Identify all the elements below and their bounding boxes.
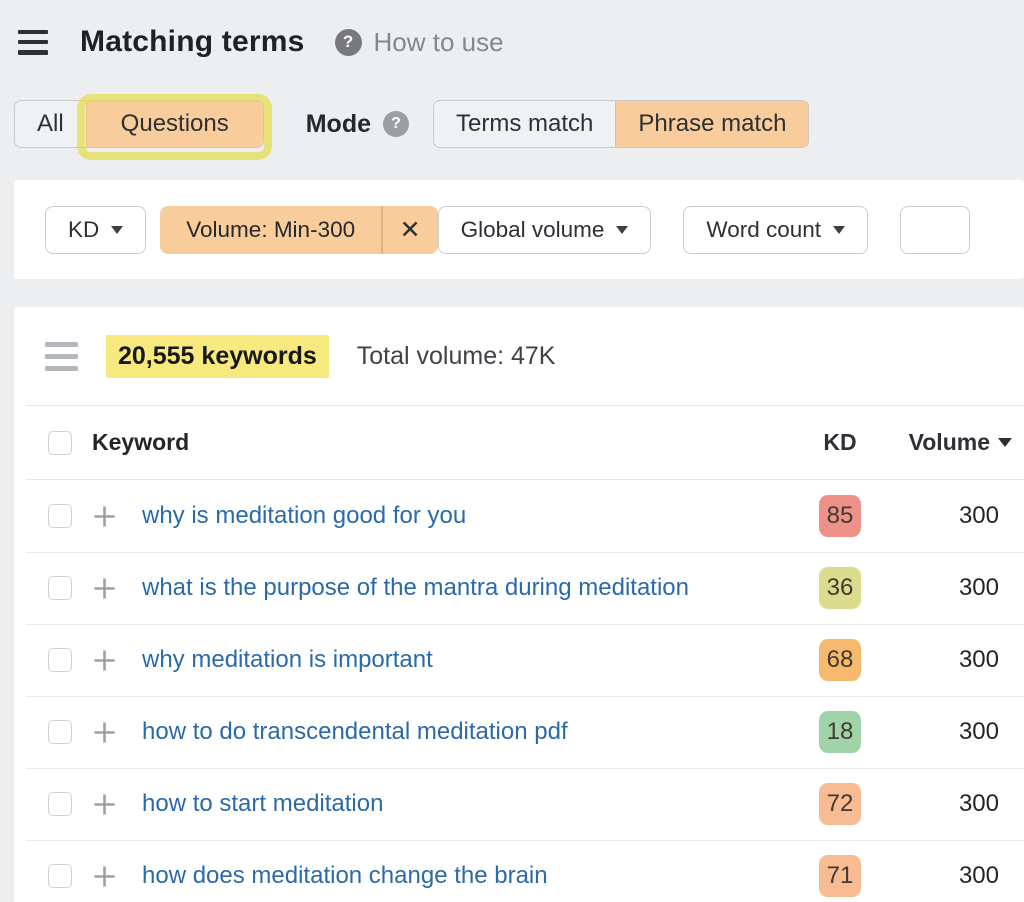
tab-terms-match[interactable]: Terms match bbox=[434, 101, 615, 147]
global-volume-filter-button[interactable]: Global volume bbox=[438, 206, 652, 254]
results-panel: 20,555 keywords Total volume: 47K Keywor… bbox=[14, 307, 1024, 902]
plus-icon bbox=[92, 792, 117, 817]
volume-filter-label: Volume: Min-300 bbox=[160, 206, 381, 254]
volume-value: 300 bbox=[959, 646, 999, 674]
tabs-row: All Questions Mode ? Terms match Phrase … bbox=[14, 100, 1024, 148]
plus-icon bbox=[92, 576, 117, 601]
table-row: what is the purpose of the mantra during… bbox=[14, 552, 1024, 624]
keyword-link[interactable]: how does meditation change the brain bbox=[142, 862, 548, 889]
column-header-volume-label: Volume bbox=[909, 429, 990, 456]
filter-bar: KD Volume: Min-300 ✕ Global volume Word … bbox=[14, 180, 1024, 279]
volume-filter-chip[interactable]: Volume: Min-300 ✕ bbox=[160, 206, 437, 254]
app-header: Matching terms ? How to use bbox=[0, 0, 1024, 62]
kd-filter-button[interactable]: KD bbox=[45, 206, 146, 254]
clipped-filter-button[interactable] bbox=[900, 206, 970, 254]
kd-badge: 36 bbox=[819, 567, 861, 609]
column-header-volume[interactable]: Volume bbox=[862, 429, 1024, 456]
chevron-down-icon bbox=[616, 226, 628, 234]
keywords-count-badge: 20,555 keywords bbox=[106, 335, 329, 378]
kd-badge: 68 bbox=[819, 639, 861, 681]
add-keyword-button[interactable] bbox=[92, 792, 118, 817]
keyword-rows: why is meditation good for you 85 300 wh… bbox=[14, 480, 1024, 902]
volume-value: 300 bbox=[959, 718, 999, 746]
keyword-link[interactable]: how to do transcendental meditation pdf bbox=[142, 718, 568, 745]
word-count-filter-button[interactable]: Word count bbox=[683, 206, 868, 254]
page-title: Matching terms bbox=[80, 25, 305, 59]
kd-filter-label: KD bbox=[68, 217, 99, 243]
row-checkbox[interactable] bbox=[48, 648, 72, 672]
global-volume-label: Global volume bbox=[461, 217, 605, 243]
table-row: how does meditation change the brain 71 … bbox=[14, 840, 1024, 902]
chevron-down-icon bbox=[111, 226, 123, 234]
tab-questions[interactable]: Questions bbox=[86, 101, 263, 147]
mode-segmented-control: Terms match Phrase match bbox=[433, 100, 809, 148]
kd-badge: 71 bbox=[819, 855, 861, 897]
table-row: how to start meditation 72 300 bbox=[14, 768, 1024, 840]
row-checkbox[interactable] bbox=[48, 864, 72, 888]
add-keyword-button[interactable] bbox=[92, 576, 118, 601]
close-icon[interactable]: ✕ bbox=[383, 206, 438, 254]
keyword-link[interactable]: how to start meditation bbox=[142, 790, 383, 817]
volume-value: 300 bbox=[959, 790, 999, 818]
row-checkbox[interactable] bbox=[48, 792, 72, 816]
table-header-row: Keyword KD Volume bbox=[14, 406, 1024, 479]
list-options-icon[interactable] bbox=[45, 342, 78, 371]
plus-icon bbox=[92, 864, 117, 889]
plus-icon bbox=[92, 720, 117, 745]
add-keyword-button[interactable] bbox=[92, 864, 118, 889]
results-summary-row: 20,555 keywords Total volume: 47K bbox=[14, 307, 1024, 405]
sort-descending-icon bbox=[998, 438, 1012, 447]
row-checkbox[interactable] bbox=[48, 576, 72, 600]
total-volume-text: Total volume: 47K bbox=[357, 342, 556, 371]
chevron-down-icon bbox=[833, 226, 845, 234]
keyword-type-segmented-control: All Questions bbox=[14, 100, 264, 148]
tab-phrase-match[interactable]: Phrase match bbox=[615, 101, 808, 147]
tab-all[interactable]: All bbox=[15, 101, 86, 147]
volume-value: 300 bbox=[959, 502, 999, 530]
keyword-link[interactable]: why is meditation good for you bbox=[142, 502, 466, 529]
add-keyword-button[interactable] bbox=[92, 648, 118, 673]
column-header-kd[interactable]: KD bbox=[823, 429, 856, 455]
help-icon[interactable]: ? bbox=[335, 29, 362, 56]
kd-badge: 72 bbox=[819, 783, 861, 825]
plus-icon bbox=[92, 648, 117, 673]
volume-value: 300 bbox=[959, 574, 999, 602]
row-checkbox[interactable] bbox=[48, 504, 72, 528]
table-row: how to do transcendental meditation pdf … bbox=[14, 696, 1024, 768]
plus-icon bbox=[92, 504, 117, 529]
column-header-keyword[interactable]: Keyword bbox=[92, 429, 189, 456]
keyword-link[interactable]: why meditation is important bbox=[142, 646, 433, 673]
kd-badge: 18 bbox=[819, 711, 861, 753]
how-to-use-link[interactable]: How to use bbox=[374, 27, 504, 58]
hamburger-menu-icon[interactable] bbox=[18, 30, 48, 55]
table-row: why is meditation good for you 85 300 bbox=[14, 480, 1024, 552]
volume-value: 300 bbox=[959, 862, 999, 890]
mode-help-icon[interactable]: ? bbox=[383, 111, 409, 137]
tab-questions-label: Questions bbox=[121, 110, 229, 138]
kd-badge: 85 bbox=[819, 495, 861, 537]
select-all-checkbox[interactable] bbox=[48, 431, 72, 455]
add-keyword-button[interactable] bbox=[92, 720, 118, 745]
word-count-label: Word count bbox=[706, 217, 821, 243]
mode-label: Mode bbox=[306, 110, 371, 139]
table-row: why meditation is important 68 300 bbox=[14, 624, 1024, 696]
keyword-link[interactable]: what is the purpose of the mantra during… bbox=[142, 574, 689, 601]
add-keyword-button[interactable] bbox=[92, 504, 118, 529]
row-checkbox[interactable] bbox=[48, 720, 72, 744]
